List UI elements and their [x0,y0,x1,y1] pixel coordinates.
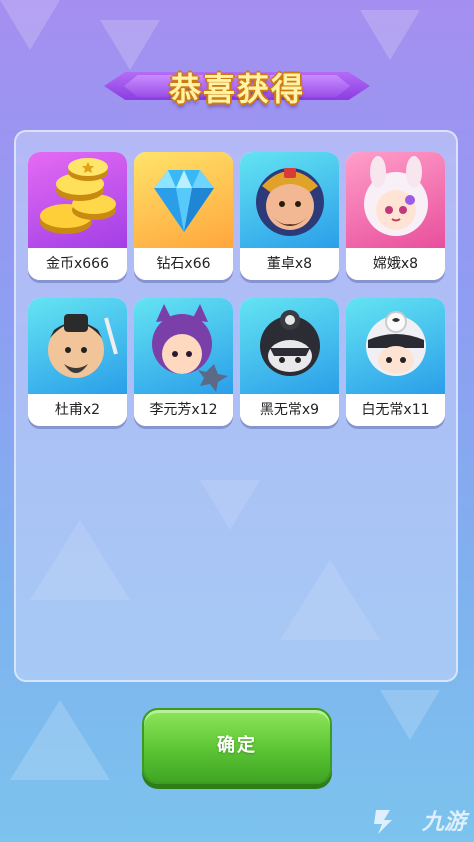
dufu-avatar-icon [48,314,118,378]
confirm-button[interactable]: 确定 [142,708,332,784]
reward-art [346,298,445,394]
jiuyou-logo-icon [374,810,392,834]
liyuanfang-avatar-icon [152,304,228,392]
heiwuchang-avatar-icon [260,310,320,376]
reward-title: 恭喜获得 [168,70,305,108]
reward-label: 董卓x8 [240,248,339,280]
reward-item-diamond[interactable]: 钻石x66 [134,152,233,280]
reward-item-gold[interactable]: 金币x666 [28,152,127,280]
reward-row-2: 杜甫x2 李元芳x12 黑无常x9 白无常x11 [28,298,446,426]
reward-item-dufu[interactable]: 杜甫x2 [28,298,127,426]
dongzhuo-avatar-icon [256,168,324,236]
reward-item-liyuanfang[interactable]: 李元芳x12 [134,298,233,426]
reward-art [240,298,339,394]
change-avatar-icon [364,156,428,236]
reward-art [28,298,127,394]
gold-coins-icon [40,158,116,234]
reward-label: 钻石x66 [134,248,233,280]
reward-item-heiwuchang[interactable]: 黑无常x9 [240,298,339,426]
watermark-logo: 九游 [370,804,466,836]
baiwuchang-avatar-icon [366,311,426,376]
diamond-icon [154,170,214,232]
reward-item-dongzhuo[interactable]: 董卓x8 [240,152,339,280]
reward-item-baiwuchang[interactable]: 白无常x11 [346,298,445,426]
reward-item-change[interactable]: 嫦娥x8 [346,152,445,280]
reward-art [28,152,127,248]
reward-label: 白无常x11 [346,394,445,426]
reward-label: 嫦娥x8 [346,248,445,280]
watermark-text: 九游 [421,810,466,835]
reward-art [134,298,233,394]
reward-grid: 金币x666 钻石x66 董卓x8 嫦娥x8 杜甫x2 李元芳x12 黑无常x9… [28,152,446,444]
title-banner: 恭喜获得 [104,60,370,112]
reward-label: 李元芳x12 [134,394,233,426]
reward-label: 金币x666 [28,248,127,280]
reward-art [240,152,339,248]
reward-row-1: 金币x666 钻石x66 董卓x8 嫦娥x8 [28,152,446,280]
reward-label: 杜甫x2 [28,394,127,426]
reward-art [346,152,445,248]
reward-art [134,152,233,248]
reward-label: 黑无常x9 [240,394,339,426]
